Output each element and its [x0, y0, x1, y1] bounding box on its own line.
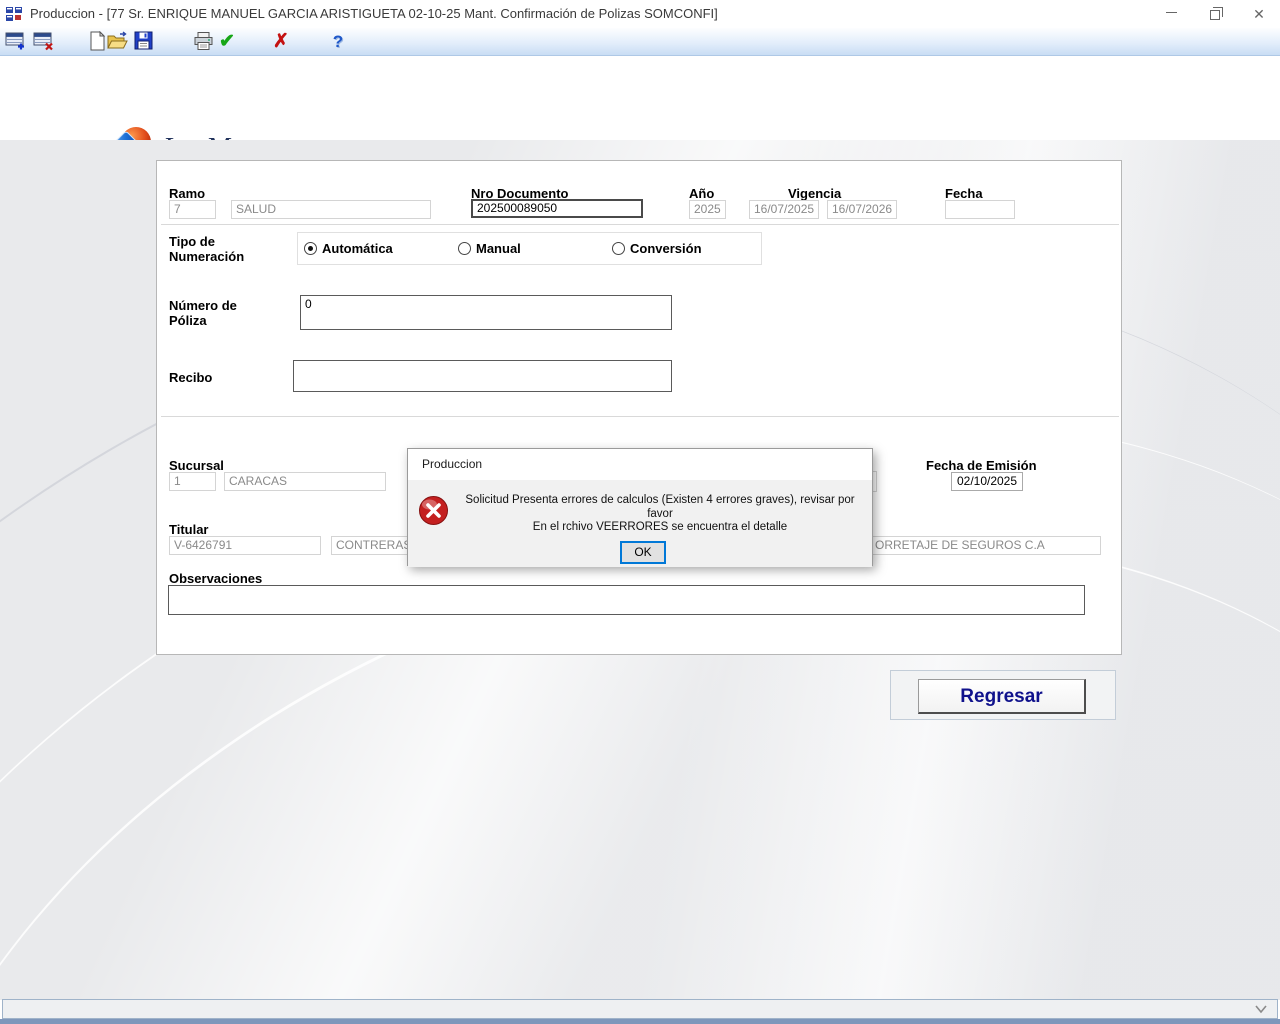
radio-automatica[interactable]: Automática [304, 241, 393, 256]
fecha-emision-label: Fecha de Emisión [926, 458, 1037, 473]
dialog-body: Solicitud Presenta errores de calculos (… [408, 480, 872, 567]
sucursal-label: Sucursal [169, 458, 224, 473]
ano-field[interactable]: 2025 [689, 200, 726, 219]
error-dialog: Produccion Solicitud Presenta errores de… [407, 448, 873, 566]
confirmation-form-panel: Ramo 7 SALUD Nro Documento 202500089050 … [156, 160, 1122, 655]
chevron-down-icon[interactable] [1255, 1004, 1267, 1014]
separator [161, 416, 1119, 417]
dialog-message-line2: En el rchivo VEERRORES se encuentra el d… [454, 521, 866, 535]
separator [161, 224, 1119, 225]
window-title: Produccion - [77 Sr. ENRIQUE MANUEL GARC… [30, 0, 718, 28]
regresar-button[interactable]: Regresar [918, 679, 1086, 714]
desktop-background: Ramo 7 SALUD Nro Documento 202500089050 … [0, 140, 1280, 1000]
vigencia-label: Vigencia [788, 186, 841, 201]
observaciones-field[interactable] [168, 585, 1085, 615]
numero-poliza-field[interactable]: 0 [300, 295, 672, 330]
numero-poliza-label: Número de Póliza [169, 298, 274, 328]
open-folder-icon[interactable] [106, 31, 128, 53]
radio-icon [612, 242, 625, 255]
titular-id-field[interactable]: V-6426791 [169, 536, 321, 555]
recibo-field[interactable] [293, 360, 672, 392]
ok-button[interactable]: OK [620, 541, 666, 564]
new-document-icon[interactable] [86, 31, 108, 53]
restore-button[interactable] [1194, 0, 1236, 28]
radio-conversion[interactable]: Conversión [612, 241, 702, 256]
titular-broker-field[interactable]: ORRETAJE DE SEGUROS C.A [845, 536, 1101, 555]
observaciones-label: Observaciones [169, 571, 262, 586]
dialog-message: Solicitud Presenta errores de calculos (… [454, 494, 866, 535]
error-icon [418, 495, 449, 526]
minimize-button[interactable] [1150, 0, 1192, 28]
dialog-title: Produccion [408, 449, 872, 480]
radio-manual[interactable]: Manual [458, 241, 521, 256]
bottom-combobox[interactable] [2, 999, 1278, 1019]
sucursal-name-field[interactable]: CARACAS [224, 472, 386, 491]
help-icon[interactable]: ? [327, 31, 349, 53]
delete-record-icon[interactable] [32, 31, 54, 53]
ramo-code-field[interactable]: 7 [169, 200, 216, 219]
ramo-name-field[interactable]: SALUD [231, 200, 431, 219]
tipo-numeracion-group: Automática Manual Conversión [297, 232, 762, 265]
dialog-message-line1: Solicitud Presenta errores de calculos (… [454, 494, 866, 521]
vigencia-to-field[interactable]: 16/07/2026 [827, 200, 897, 219]
close-button[interactable]: ✕ [1238, 0, 1280, 28]
window-titlebar: Produccion - [77 Sr. ENRIQUE MANUEL GARC… [0, 0, 1280, 28]
confirm-icon[interactable]: ✔ [216, 31, 238, 53]
vigencia-from-field[interactable]: 16/07/2025 [749, 200, 819, 219]
toolbar: ✔ ✗ ? [0, 28, 1280, 56]
fecha-field[interactable] [945, 200, 1015, 219]
fecha-emision-field[interactable]: 02/10/2025 [951, 472, 1023, 491]
add-record-icon[interactable] [4, 31, 26, 53]
ano-label: Año [689, 186, 714, 201]
window-bottom-edge [0, 1019, 1280, 1024]
regresar-panel: Regresar [890, 670, 1116, 720]
cancel-icon[interactable]: ✗ [270, 31, 292, 53]
header: La Mundial de Seguros 58 212-2839619 inf… [0, 56, 1280, 140]
save-icon[interactable] [132, 31, 154, 53]
radio-selected-icon [304, 242, 317, 255]
print-icon[interactable] [192, 31, 214, 53]
ramo-label: Ramo [169, 186, 205, 201]
radio-icon [458, 242, 471, 255]
tipo-numeracion-label: Tipo de Numeración [169, 234, 267, 264]
nro-documento-field[interactable]: 202500089050 [471, 199, 643, 218]
sucursal-code-field[interactable]: 1 [169, 472, 216, 491]
recibo-label: Recibo [169, 370, 212, 385]
titular-label: Titular [169, 522, 209, 537]
fecha-label: Fecha [945, 186, 983, 201]
app-icon [6, 6, 22, 22]
